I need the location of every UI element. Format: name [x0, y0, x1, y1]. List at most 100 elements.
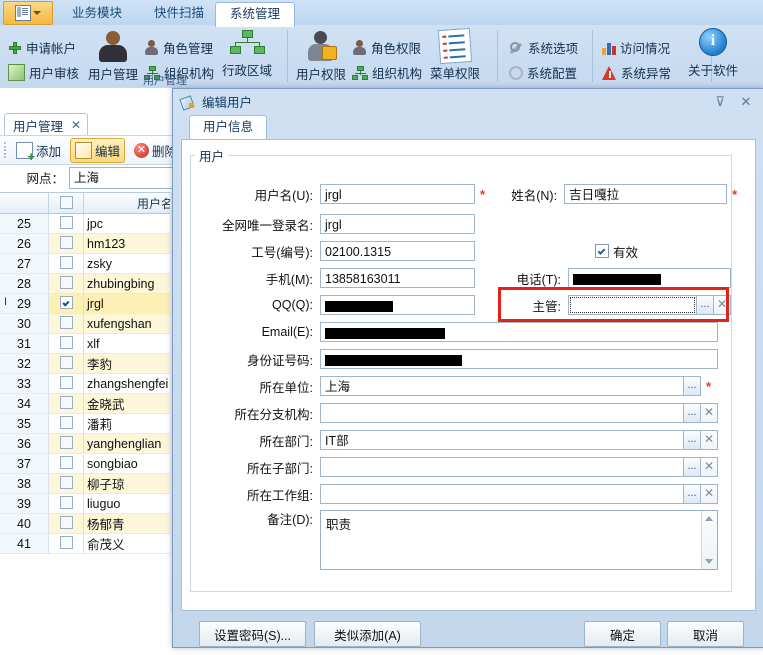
phone-input[interactable]: [568, 268, 731, 288]
user-grid[interactable]: 用户名 25 jpc 26 hm123 27 zsky 28 zhubingbing 29 jrg…: [0, 192, 178, 614]
cancel-button[interactable]: 取消: [667, 621, 744, 647]
pin-icon[interactable]: ⊽: [710, 93, 730, 111]
application-menu-button[interactable]: [3, 1, 53, 25]
row-checkbox-cell[interactable]: [48, 293, 84, 314]
table-row[interactable]: 29 jrgl: [0, 293, 178, 314]
table-row[interactable]: 33 zhangshengfei: [0, 373, 178, 394]
remark-textarea[interactable]: 职责: [320, 510, 718, 570]
row-checkbox-cell[interactable]: [48, 493, 84, 514]
row-checkbox-cell[interactable]: [48, 513, 84, 534]
row-checkbox-cell[interactable]: [48, 313, 84, 334]
table-row[interactable]: 26 hm123: [0, 233, 178, 254]
checkbox-icon[interactable]: [59, 456, 73, 469]
checkbox-icon[interactable]: [59, 376, 73, 389]
ribbon-button-system-config[interactable]: 系统配置: [509, 63, 577, 82]
supervisor-input[interactable]: [568, 295, 697, 315]
department-clear-button[interactable]: ✕: [701, 430, 718, 450]
checkbox-icon[interactable]: [59, 236, 73, 249]
email-input[interactable]: [320, 322, 718, 342]
document-tab-user-management[interactable]: 用户管理 ✕: [4, 113, 89, 137]
table-row[interactable]: 39 liuguo: [0, 493, 178, 514]
ribbon-button-permission-org[interactable]: 组织机构: [352, 63, 422, 82]
checkbox-icon[interactable]: [59, 436, 73, 449]
edit-button[interactable]: 编辑: [69, 137, 125, 163]
header-select-all[interactable]: [48, 193, 84, 214]
id-card-input[interactable]: [320, 349, 718, 369]
checkbox-icon[interactable]: [59, 416, 73, 429]
fullname-input[interactable]: 吉日嘎拉: [564, 184, 728, 204]
checkbox-icon[interactable]: [59, 216, 73, 229]
workgroup-input[interactable]: [320, 484, 684, 504]
chevron-down-icon[interactable]: [705, 559, 713, 564]
checkbox-icon[interactable]: [59, 336, 73, 349]
ribbon-tab-business[interactable]: 业务模块: [58, 2, 136, 25]
workgroup-browse-button[interactable]: ...: [684, 484, 701, 504]
checkbox-icon[interactable]: [59, 316, 73, 329]
mobile-input[interactable]: 13858163011: [320, 268, 475, 288]
row-checkbox-cell[interactable]: [48, 253, 84, 274]
ribbon-tab-system[interactable]: 系统管理: [215, 2, 296, 27]
ribbon-button-apply-account[interactable]: 申请帐户: [8, 38, 76, 57]
ribbon-button-system-exception[interactable]: 系统异常: [602, 63, 671, 82]
supervisor-browse-button[interactable]: ...: [697, 295, 714, 315]
valid-checkbox[interactable]: 有效: [595, 242, 638, 261]
table-row[interactable]: 37 songbiao: [0, 453, 178, 474]
ribbon-button-role-management[interactable]: 角色管理: [144, 38, 213, 57]
row-checkbox-cell[interactable]: [48, 333, 84, 354]
table-row[interactable]: 36 yanghenglian: [0, 433, 178, 454]
table-row[interactable]: 38 柳子琼: [0, 473, 178, 494]
row-checkbox-cell[interactable]: [48, 453, 84, 474]
checkbox-icon[interactable]: [59, 256, 73, 269]
table-row[interactable]: 40 杨郁青: [0, 513, 178, 534]
ribbon-button-user-permission[interactable]: 用户权限: [296, 30, 346, 83]
row-checkbox-cell[interactable]: [48, 213, 84, 234]
sub-department-input[interactable]: [320, 457, 684, 477]
table-row[interactable]: 34 金晓武: [0, 393, 178, 414]
table-row[interactable]: 41 俞茂义: [0, 533, 178, 554]
username-input[interactable]: jrgl: [320, 184, 475, 204]
table-row[interactable]: 32 李豹: [0, 353, 178, 374]
sub-department-clear-button[interactable]: ✕: [701, 457, 718, 477]
checkbox-icon[interactable]: [59, 356, 73, 369]
table-row[interactable]: 30 xufengshan: [0, 313, 178, 334]
checkbox-icon[interactable]: [59, 276, 73, 289]
ribbon-button-menu-permission[interactable]: 菜单权限: [430, 27, 480, 82]
department-input[interactable]: IT部: [320, 430, 684, 450]
checkbox-icon[interactable]: [59, 536, 73, 549]
tab-user-info[interactable]: 用户信息: [189, 115, 268, 140]
site-filter-input[interactable]: 上海: [69, 166, 178, 189]
table-row[interactable]: 27 zsky: [0, 253, 178, 274]
checkbox-icon[interactable]: [59, 296, 73, 309]
chevron-up-icon[interactable]: [705, 516, 713, 521]
checkbox-icon[interactable]: [59, 396, 73, 409]
close-icon[interactable]: ✕: [71, 118, 81, 132]
table-row[interactable]: 28 zhubingbing: [0, 273, 178, 294]
row-checkbox-cell[interactable]: [48, 233, 84, 254]
ribbon-button-user-audit[interactable]: 用户审核: [8, 63, 79, 82]
department-browse-button[interactable]: ...: [684, 430, 701, 450]
row-checkbox-cell[interactable]: [48, 413, 84, 434]
table-row[interactable]: 35 潘莉: [0, 413, 178, 434]
unit-input[interactable]: 上海: [320, 376, 684, 396]
ribbon-button-system-options[interactable]: 系统选项: [508, 38, 578, 57]
row-checkbox-cell[interactable]: [48, 373, 84, 394]
drag-handle[interactable]: [4, 142, 7, 158]
checkbox-icon[interactable]: [595, 244, 609, 258]
table-row[interactable]: 25 jpc: [0, 213, 178, 234]
remark-scrollbar[interactable]: [701, 511, 717, 569]
branch-input[interactable]: [320, 403, 684, 423]
similar-add-button[interactable]: 类似添加(A): [314, 621, 421, 647]
global-login-input[interactable]: jrgl: [320, 214, 475, 234]
close-icon[interactable]: ✕: [736, 93, 756, 111]
ribbon-button-about[interactable]: i 关于软件: [688, 28, 738, 79]
workgroup-clear-button[interactable]: ✕: [701, 484, 718, 504]
checkbox-icon[interactable]: [59, 496, 73, 509]
ribbon-button-visit-stats[interactable]: 访问情况: [602, 38, 670, 57]
branch-browse-button[interactable]: ...: [684, 403, 701, 423]
row-checkbox-cell[interactable]: [48, 473, 84, 494]
sub-department-browse-button[interactable]: ...: [684, 457, 701, 477]
ribbon-tab-scan[interactable]: 快件扫描: [140, 2, 218, 25]
add-button[interactable]: 添加: [11, 138, 66, 163]
qq-input[interactable]: [320, 295, 475, 315]
row-checkbox-cell[interactable]: [48, 353, 84, 374]
